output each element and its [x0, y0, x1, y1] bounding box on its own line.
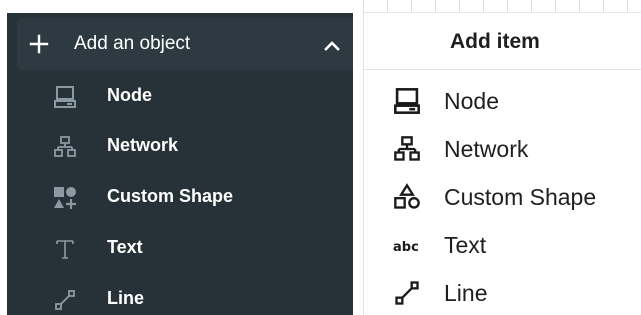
chevron-up-icon[interactable]	[320, 34, 344, 58]
computer-icon	[392, 86, 422, 116]
left-item-label: Network	[107, 135, 179, 155]
network-icon	[392, 134, 422, 164]
canvas-grid-strip	[363, 0, 641, 13]
left-item-label: Custom Shape	[107, 186, 234, 206]
right-item-label: Line	[444, 280, 488, 306]
right-item-text[interactable]: abc Text	[364, 220, 641, 268]
network-icon	[51, 133, 79, 161]
add-object-panel: Add an object Node Network Custom Shape …	[7, 13, 353, 315]
right-item-custom-shape[interactable]: Custom Shape	[364, 172, 641, 220]
shapes-icon	[392, 182, 422, 212]
left-item-custom-shape[interactable]: Custom Shape	[7, 172, 353, 222]
left-item-label: Text	[107, 237, 143, 257]
left-item-text[interactable]: Text	[7, 223, 353, 273]
right-item-label: Custom Shape	[444, 184, 597, 210]
svg-text:abc: abc	[393, 240, 419, 254]
left-item-node[interactable]: Node	[7, 71, 353, 121]
plus-icon	[25, 30, 53, 58]
right-item-label: Text	[444, 232, 487, 258]
right-item-network[interactable]: Network	[364, 124, 641, 172]
computer-icon	[51, 83, 79, 111]
text-icon	[51, 235, 79, 263]
add-item-header: Add item	[364, 13, 641, 70]
line-icon	[51, 286, 79, 314]
add-object-title: Add an object	[74, 33, 191, 54]
right-item-label: Network	[444, 136, 529, 162]
add-item-title: Add item	[450, 30, 540, 53]
left-item-network[interactable]: Network	[7, 121, 353, 171]
shapes-icon	[51, 184, 79, 212]
add-item-panel: Add item Node Network Custom Shape abc T…	[363, 13, 641, 315]
left-item-line[interactable]: Line	[7, 274, 353, 315]
left-item-label: Node	[107, 85, 152, 105]
left-item-label: Line	[107, 288, 145, 308]
right-item-node[interactable]: Node	[364, 76, 641, 124]
right-item-line[interactable]: Line	[364, 268, 641, 315]
add-object-header[interactable]: Add an object	[17, 18, 353, 70]
right-item-label: Node	[444, 88, 499, 114]
line-icon	[392, 278, 422, 308]
abc-text-icon: abc	[392, 230, 422, 260]
